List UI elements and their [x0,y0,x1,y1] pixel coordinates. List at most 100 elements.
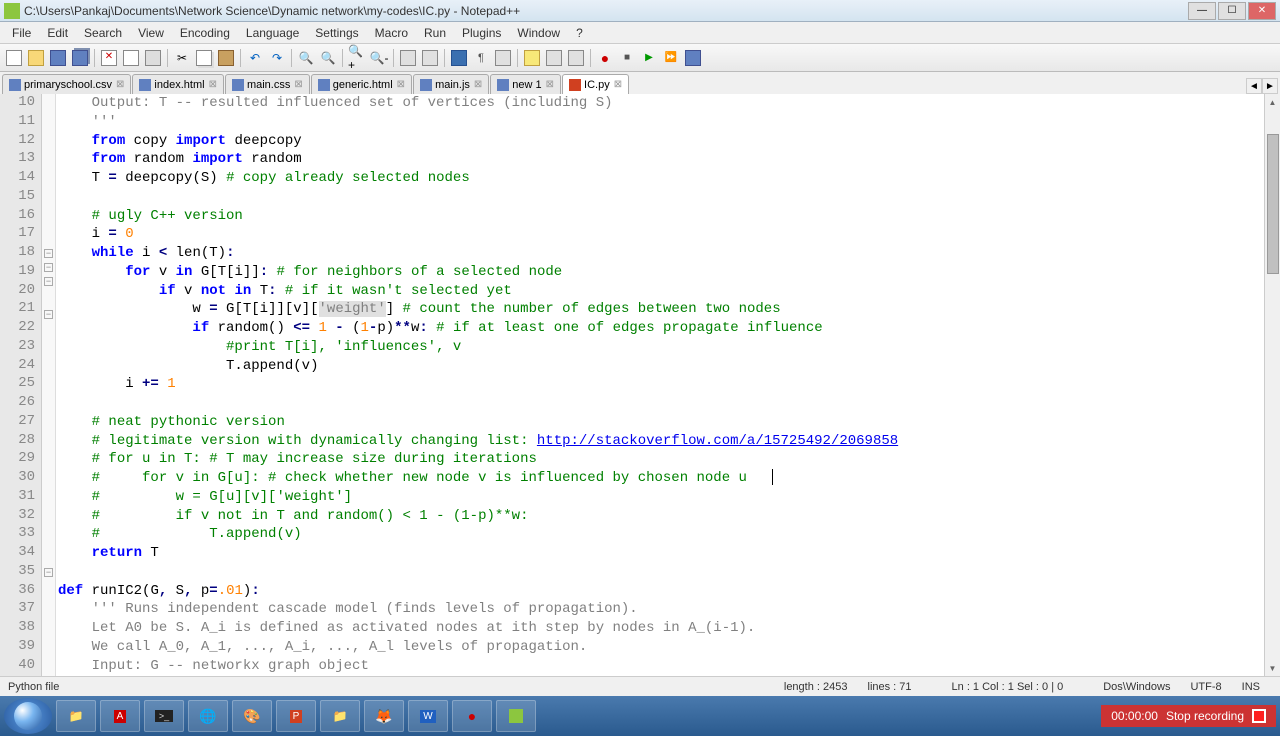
menu-help[interactable]: ? [568,24,591,42]
close-button[interactable]: ✕ [1248,2,1276,20]
cut-icon[interactable]: ✂ [172,48,192,68]
record-macro-icon[interactable]: ● [595,48,615,68]
code-line[interactable]: Output: T -- resulted influenced set of … [58,94,1264,113]
zoom-in-icon[interactable]: 🔍+ [347,48,367,68]
open-file-icon[interactable] [26,48,46,68]
code-line[interactable]: from copy import deepcopy [58,132,1264,151]
vertical-scrollbar[interactable]: ▲ ▼ [1264,94,1280,676]
code-line[interactable] [58,394,1264,413]
menu-encoding[interactable]: Encoding [172,24,238,42]
taskbar-cmd-icon[interactable]: >_ [144,700,184,732]
taskbar-app-icon[interactable]: 🎨 [232,700,272,732]
tab-close-icon[interactable]: ⊠ [209,79,217,90]
menu-run[interactable]: Run [416,24,454,42]
taskbar-adobe-icon[interactable]: A [100,700,140,732]
code-line[interactable]: # w = G[u][v]['weight'] [58,488,1264,507]
code-line[interactable]: # for v in G[u]: # check whether new nod… [58,469,1264,488]
paste-icon[interactable] [216,48,236,68]
fold-marker[interactable]: − [44,310,53,319]
menu-search[interactable]: Search [76,24,130,42]
sync-hscroll-icon[interactable] [420,48,440,68]
tab-primaryschool-csv[interactable]: primaryschool.csv⊠ [2,74,131,94]
menu-view[interactable]: View [130,24,172,42]
code-line[interactable]: # if v not in T and random() < 1 - (1-p)… [58,507,1264,526]
code-line[interactable]: i = 0 [58,225,1264,244]
menu-plugins[interactable]: Plugins [454,24,509,42]
undo-icon[interactable]: ↶ [245,48,265,68]
code-line[interactable]: Input: G -- networkx graph object [58,657,1264,676]
tab-new-1[interactable]: new 1⊠ [490,74,561,94]
play-multi-icon[interactable]: ⏩ [661,48,681,68]
show-all-chars-icon[interactable]: ¶ [471,48,491,68]
tab-close-icon[interactable]: ⊠ [474,79,482,90]
tab-close-icon[interactable]: ⊠ [546,79,554,90]
tab-main-js[interactable]: main.js⊠ [413,74,489,94]
scroll-thumb[interactable] [1267,134,1279,274]
maximize-button[interactable]: ☐ [1218,2,1246,20]
fold-marker[interactable]: − [44,277,53,286]
taskbar-app2-icon[interactable]: ● [452,700,492,732]
recording-indicator[interactable]: 00:00:00 Stop recording [1101,705,1276,727]
tab-generic-html[interactable]: generic.html⊠ [311,74,412,94]
menu-edit[interactable]: Edit [39,24,76,42]
play-macro-icon[interactable]: ▶ [639,48,659,68]
minimize-button[interactable]: — [1188,2,1216,20]
func-list-icon[interactable] [566,48,586,68]
code-line[interactable]: def runIC2(G, S, p=.01): [58,582,1264,601]
tab-next-icon[interactable]: ► [1262,78,1278,94]
code-line[interactable]: return T [58,544,1264,563]
code-line[interactable]: T.append(v) [58,357,1264,376]
code-line[interactable] [58,188,1264,207]
find-icon[interactable]: 🔍 [296,48,316,68]
code-line[interactable]: i += 1 [58,375,1264,394]
save-icon[interactable] [48,48,68,68]
tab-index-html[interactable]: index.html⊠ [132,74,224,94]
code-line[interactable]: #print T[i], 'influences', v [58,338,1264,357]
fold-gutter[interactable]: −−−−− [42,94,56,676]
code-line[interactable]: w = G[T[i]][v]['weight'] # count the num… [58,300,1264,319]
indent-guide-icon[interactable] [493,48,513,68]
wordwrap-icon[interactable] [449,48,469,68]
code-line[interactable]: ''' Runs independent cascade model (find… [58,600,1264,619]
code-line[interactable]: We call A_0, A_1, ..., A_i, ..., A_l lev… [58,638,1264,657]
code-line[interactable] [58,563,1264,582]
code-line[interactable]: from random import random [58,150,1264,169]
taskbar-word-icon[interactable]: W [408,700,448,732]
menu-settings[interactable]: Settings [307,24,366,42]
close-all-icon[interactable] [121,48,141,68]
sync-vscroll-icon[interactable] [398,48,418,68]
close-file-icon[interactable]: ✕ [99,48,119,68]
print-icon[interactable] [143,48,163,68]
start-button[interactable] [4,698,52,734]
taskbar-folder-icon[interactable]: 📁 [320,700,360,732]
tab-close-icon[interactable]: ⊠ [614,79,622,90]
code-line[interactable]: if random() <= 1 - (1-p)**w: # if at lea… [58,319,1264,338]
code-line[interactable]: T = deepcopy(S) # copy already selected … [58,169,1264,188]
menu-macro[interactable]: Macro [367,24,416,42]
code-line[interactable]: # for u in T: # T may increase size duri… [58,450,1264,469]
fold-marker[interactable]: − [44,249,53,258]
tab-close-icon[interactable]: ⊠ [397,79,405,90]
taskbar-powerpoint-icon[interactable]: P [276,700,316,732]
scroll-up-arrow[interactable]: ▲ [1265,94,1280,110]
copy-icon[interactable] [194,48,214,68]
taskbar-chrome-icon[interactable]: 🌐 [188,700,228,732]
code-line[interactable]: ''' [58,113,1264,132]
save-all-icon[interactable] [70,48,90,68]
menu-file[interactable]: File [4,24,39,42]
code-line[interactable]: # neat pythonic version [58,413,1264,432]
taskbar-firefox-icon[interactable]: 🦊 [364,700,404,732]
taskbar-explorer-icon[interactable]: 📁 [56,700,96,732]
scroll-down-arrow[interactable]: ▼ [1265,660,1280,676]
code-line[interactable]: while i < len(T): [58,244,1264,263]
tab-close-icon[interactable]: ⊠ [116,79,124,90]
save-macro-icon[interactable] [683,48,703,68]
code-line[interactable]: if v not in T: # if it wasn't selected y… [58,282,1264,301]
tab-main-css[interactable]: main.css⊠ [225,74,310,94]
user-lang-icon[interactable] [522,48,542,68]
taskbar-notepadpp-icon[interactable] [496,700,536,732]
tab-IC-py[interactable]: IC.py⊠ [562,74,629,94]
tab-close-icon[interactable]: ⊠ [294,79,302,90]
menu-language[interactable]: Language [238,24,307,42]
fold-marker[interactable]: − [44,263,53,272]
